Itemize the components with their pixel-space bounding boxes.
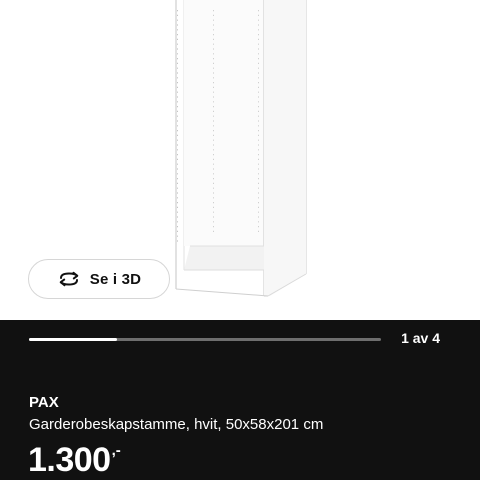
carousel-progress-fill [29,338,117,341]
product-info-panel: 1 av 4 PAX Garderobeskapstamme, hvit, 50… [0,320,480,480]
price-suffix: ,- [111,442,121,459]
rotate-3d-icon [57,271,81,287]
price-amount: 1.300 [28,441,111,479]
image-counter: 1 av 4 [401,330,440,346]
product-description: Garderobeskapstamme, hvit, 50x58x201 cm [29,416,324,433]
image-carousel-progress[interactable] [29,338,381,341]
view-in-3d-button[interactable]: Se i 3D [28,259,170,299]
view-in-3d-label: Se i 3D [89,270,142,288]
product-price: 1.300 ,- [28,438,121,480]
product-name[interactable]: PAX [29,394,59,411]
product-image-area[interactable]: Se i 3D [0,0,480,320]
